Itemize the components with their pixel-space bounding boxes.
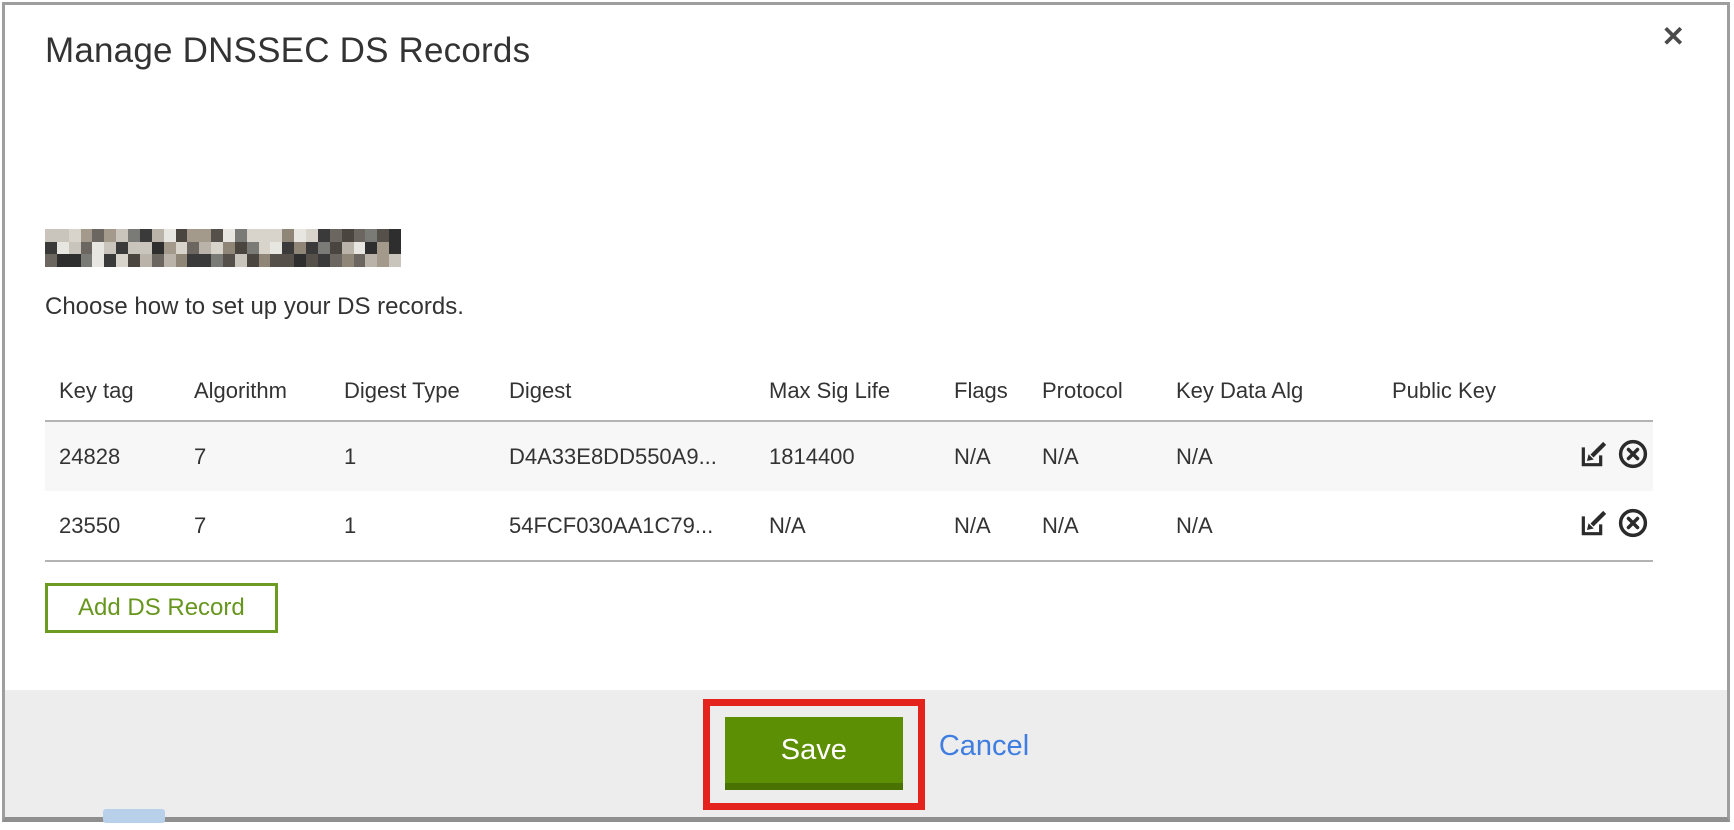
cell-key-tag: 23550 xyxy=(45,491,180,561)
column-header-protocol: Protocol xyxy=(1028,351,1162,421)
column-header-actions xyxy=(1563,351,1653,421)
cell-algorithm: 7 xyxy=(180,491,330,561)
cancel-link[interactable]: Cancel xyxy=(939,730,1029,763)
column-header-digest: Digest xyxy=(495,351,755,421)
instruction-text: Choose how to set up your DS records. xyxy=(45,293,464,321)
table-row: 24828 7 1 D4A33E8DD550A9... 1814400 N/A … xyxy=(45,421,1653,491)
cell-max-sig-life: 1814400 xyxy=(755,421,940,491)
cell-key-data-alg: N/A xyxy=(1162,421,1378,491)
cell-public-key xyxy=(1378,491,1563,561)
save-button[interactable]: Save xyxy=(725,717,903,790)
cell-digest: D4A33E8DD550A9... xyxy=(495,421,755,491)
modal-footer: Save Cancel xyxy=(5,690,1727,817)
annotation-highlight-box: Save xyxy=(703,699,925,810)
table-header-row: Key tag Algorithm Digest Type Digest Max… xyxy=(45,351,1653,421)
column-header-max-sig-life: Max Sig Life xyxy=(755,351,940,421)
cell-digest-type: 1 xyxy=(330,491,495,561)
cell-key-data-alg: N/A xyxy=(1162,491,1378,561)
cell-algorithm: 7 xyxy=(180,421,330,491)
column-header-flags: Flags xyxy=(940,351,1028,421)
row-actions xyxy=(1563,421,1653,491)
page-title: Manage DNSSEC DS Records xyxy=(45,31,530,71)
add-ds-record-button[interactable]: Add DS Record xyxy=(45,583,278,633)
ds-records-table: Key tag Algorithm Digest Type Digest Max… xyxy=(45,351,1653,562)
delete-icon[interactable] xyxy=(1617,507,1649,545)
table-row: 23550 7 1 54FCF030AA1C79... N/A N/A N/A … xyxy=(45,491,1653,561)
column-header-public-key: Public Key xyxy=(1378,351,1563,421)
column-header-digest-type: Digest Type xyxy=(330,351,495,421)
background-page-hint xyxy=(103,809,165,823)
manage-dnssec-modal: Manage DNSSEC DS Records ✕ Choose how to… xyxy=(2,2,1730,822)
cell-max-sig-life: N/A xyxy=(755,491,940,561)
cell-key-tag: 24828 xyxy=(45,421,180,491)
row-actions xyxy=(1563,491,1653,561)
cell-flags: N/A xyxy=(940,491,1028,561)
edit-icon[interactable] xyxy=(1578,438,1610,476)
cell-protocol: N/A xyxy=(1028,421,1162,491)
column-header-key-tag: Key tag xyxy=(45,351,180,421)
cell-flags: N/A xyxy=(940,421,1028,491)
column-header-key-data-alg: Key Data Alg xyxy=(1162,351,1378,421)
cell-protocol: N/A xyxy=(1028,491,1162,561)
cell-digest: 54FCF030AA1C79... xyxy=(495,491,755,561)
edit-icon[interactable] xyxy=(1578,507,1610,545)
cell-public-key xyxy=(1378,421,1563,491)
column-header-algorithm: Algorithm xyxy=(180,351,330,421)
delete-icon[interactable] xyxy=(1617,438,1649,476)
cell-digest-type: 1 xyxy=(330,421,495,491)
redacted-domain-name xyxy=(45,229,401,267)
close-icon[interactable]: ✕ xyxy=(1662,23,1685,51)
